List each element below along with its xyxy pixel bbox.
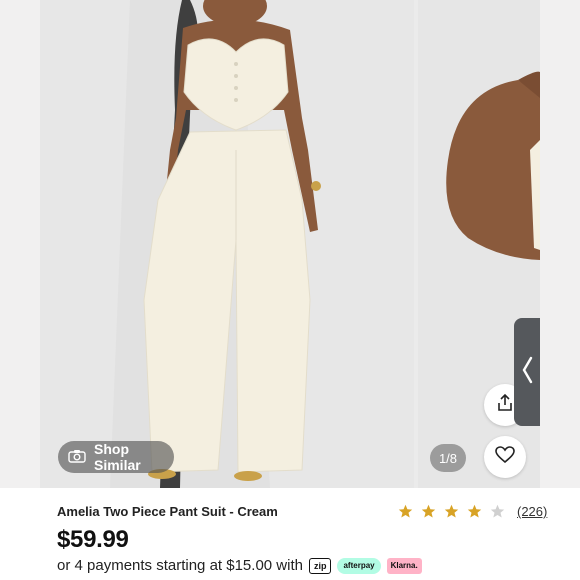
star-icon — [467, 504, 482, 519]
product-price: $59.99 — [57, 526, 129, 553]
product-info-panel: Amelia Two Piece Pant Suit - Cream (226)… — [40, 488, 547, 580]
shop-similar-button[interactable]: Shop Similar — [58, 441, 174, 473]
favorite-button[interactable] — [484, 436, 526, 478]
product-image-gallery[interactable]: Shop Similar 1/8 — [40, 0, 540, 488]
star-icon — [398, 504, 413, 519]
side-drawer-handle[interactable] — [514, 318, 540, 426]
share-icon — [495, 393, 515, 418]
installment-text: or 4 payments starting at $15.00 with — [57, 557, 303, 574]
product-image-main[interactable]: Shop Similar — [40, 0, 414, 488]
installment-info: or 4 payments starting at $15.00 with zi… — [57, 557, 422, 574]
klarna-logo[interactable]: Klarna. — [386, 557, 422, 574]
model-illustration — [40, 0, 414, 488]
chevron-left-icon — [521, 356, 533, 389]
afterpay-logo[interactable]: afterpay — [337, 557, 381, 574]
camera-icon — [68, 449, 86, 466]
star-icon — [444, 504, 459, 519]
star-icon — [421, 504, 436, 519]
right-background-strip — [540, 0, 580, 488]
left-background-strip — [0, 0, 40, 488]
star-icon — [490, 504, 505, 519]
product-title: Amelia Two Piece Pant Suit - Cream — [57, 504, 278, 519]
image-counter: 1/8 — [430, 444, 466, 472]
product-rating[interactable]: (226) — [398, 504, 547, 519]
shop-similar-label: Shop Similar — [94, 441, 141, 473]
review-count-link[interactable]: (226) — [517, 504, 547, 519]
zip-logo[interactable]: zip — [308, 557, 332, 574]
heart-icon — [495, 445, 515, 469]
